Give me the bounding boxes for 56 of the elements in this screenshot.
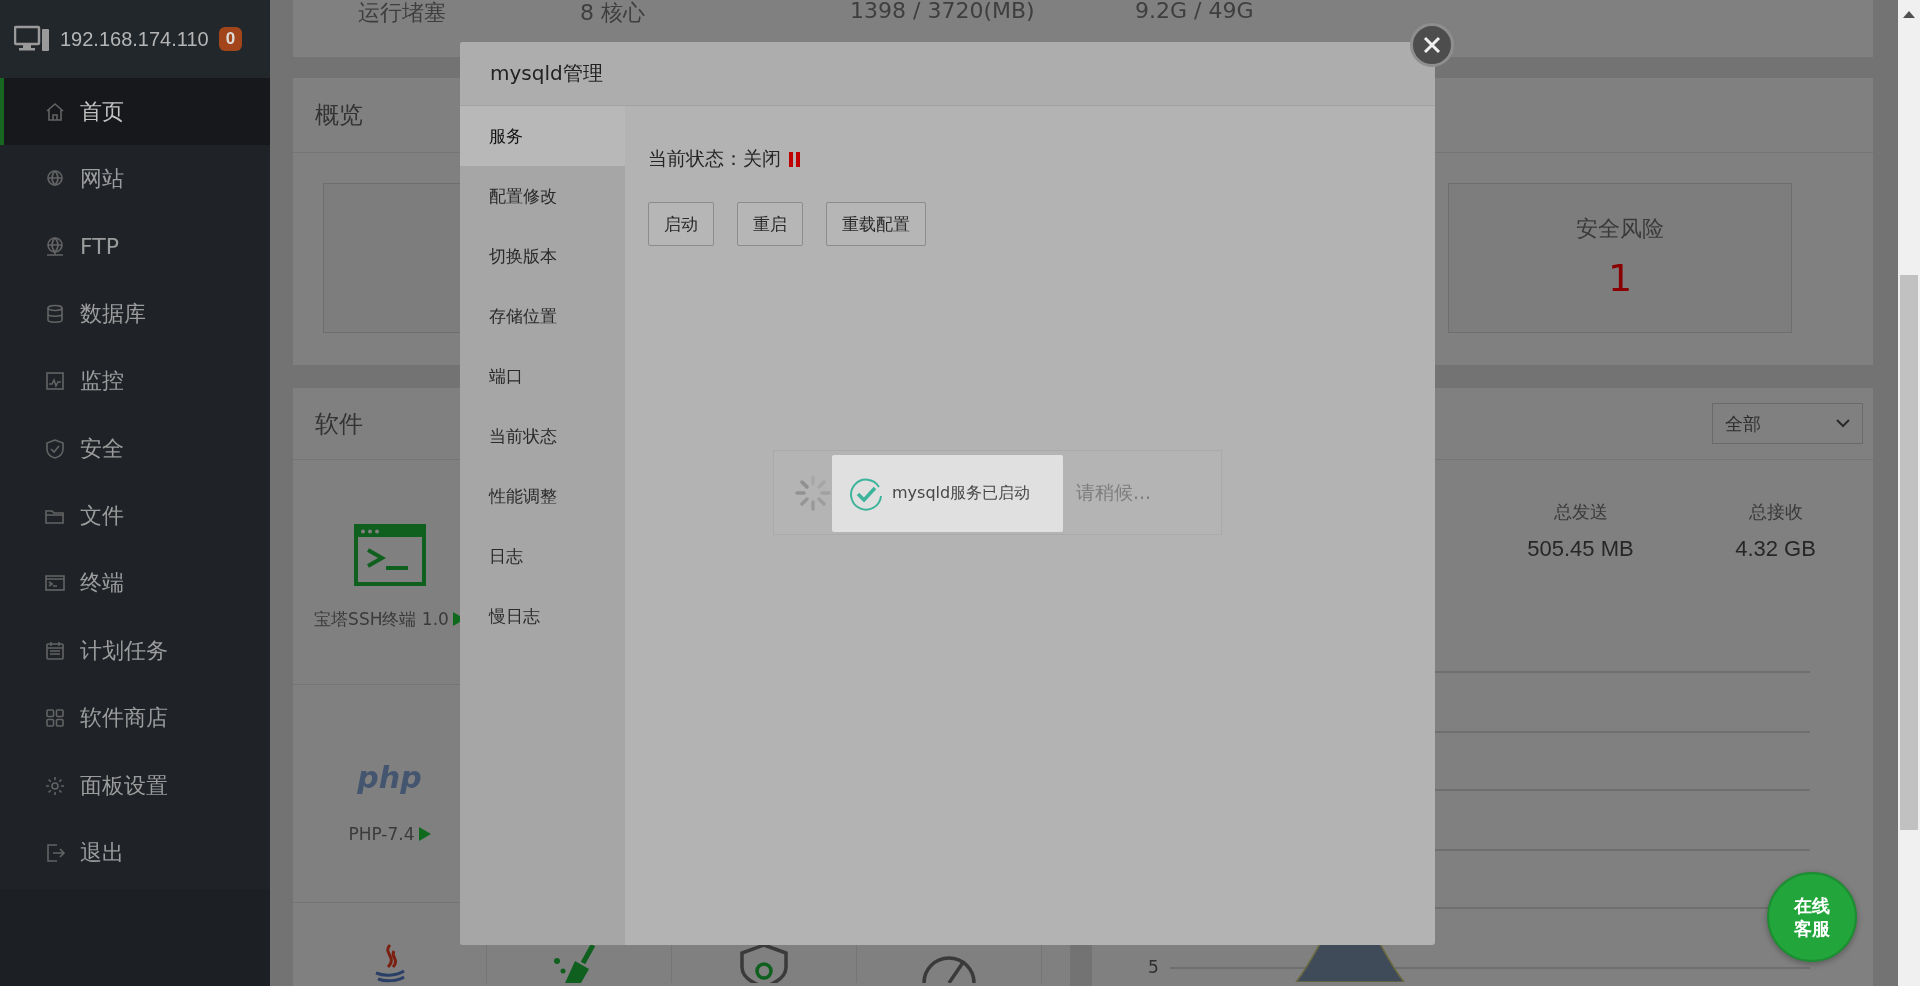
system-value: 1398 / 3720(MB)	[850, 0, 1036, 25]
chevron-icon	[1836, 419, 1850, 428]
axis-label: 5	[1148, 957, 1159, 977]
action-button[interactable]: 启动	[648, 202, 714, 246]
calendar-icon	[44, 639, 66, 662]
sidebar-item[interactable]: 数据库	[0, 280, 270, 348]
toast-message: mysqld服务已启动	[892, 483, 1031, 504]
close-icon	[1423, 36, 1441, 54]
sidebar-item[interactable]: 监控	[0, 347, 270, 415]
grid-icon	[44, 707, 66, 730]
sidebar-item[interactable]: 软件商店	[0, 684, 270, 752]
computer-icon	[14, 25, 50, 53]
software-name: 宝塔SSH终端 1.0	[314, 607, 449, 631]
sidebar-item[interactable]: 文件	[0, 482, 270, 550]
sidebar-item[interactable]: 终端	[0, 549, 270, 618]
scroll-thumb[interactable]	[1900, 275, 1918, 830]
status-text: 当前状态：关闭	[648, 146, 781, 171]
filter-dropdown[interactable]: 全部	[1712, 403, 1863, 444]
home-icon	[44, 100, 66, 123]
play-icon[interactable]	[418, 826, 431, 841]
host-address: 192.168.174.110	[60, 27, 209, 51]
action-button[interactable]: 重启	[737, 202, 803, 246]
database-icon	[44, 302, 66, 325]
shield-icon	[44, 437, 66, 460]
action-button[interactable]: 重载配置	[826, 202, 926, 246]
ftp-icon	[44, 235, 66, 258]
exit-icon	[44, 842, 66, 864]
sidebar-item[interactable]: FTP	[0, 212, 270, 281]
sidebar-item[interactable]: 计划任务	[0, 617, 270, 685]
stat-label: 安全风险	[1576, 215, 1664, 243]
software-name: PHP-7.4	[348, 823, 415, 844]
system-value: 9.2G / 49G	[1135, 0, 1254, 25]
traffic-label: 总发送	[1553, 500, 1608, 524]
scroll-up-icon[interactable]	[1903, 10, 1915, 18]
sidebar-item[interactable]: 退出	[0, 819, 270, 887]
shield-icon	[738, 943, 790, 983]
php-logo: php	[357, 758, 422, 797]
system-value: 8 核心	[580, 0, 646, 26]
sidebar-item[interactable]: 网站	[0, 145, 270, 213]
dialog-title: mysqld管理	[490, 60, 603, 87]
gear-icon	[44, 774, 66, 797]
traffic-value: 4.32 GB	[1735, 536, 1816, 562]
scrollbar[interactable]	[1898, 0, 1920, 986]
sidebar-item[interactable]: 面板设置	[0, 751, 270, 820]
sidebar-item[interactable]: 首页	[0, 78, 270, 146]
terminal-icon	[353, 523, 426, 586]
notification-badge[interactable]: 0	[218, 27, 243, 51]
panel-title: 概览	[315, 100, 363, 131]
traffic-value: 505.45 MB	[1527, 536, 1634, 562]
panel-title: 软件	[315, 408, 363, 440]
sidebar-item[interactable]: 安全	[0, 414, 270, 483]
dialog-menu-item[interactable]: 服务	[460, 106, 625, 166]
monitor-icon	[44, 370, 66, 393]
traffic-label: 总接收	[1748, 500, 1803, 524]
system-value: 运行堵塞	[358, 0, 447, 26]
spinner-icon	[794, 473, 832, 512]
